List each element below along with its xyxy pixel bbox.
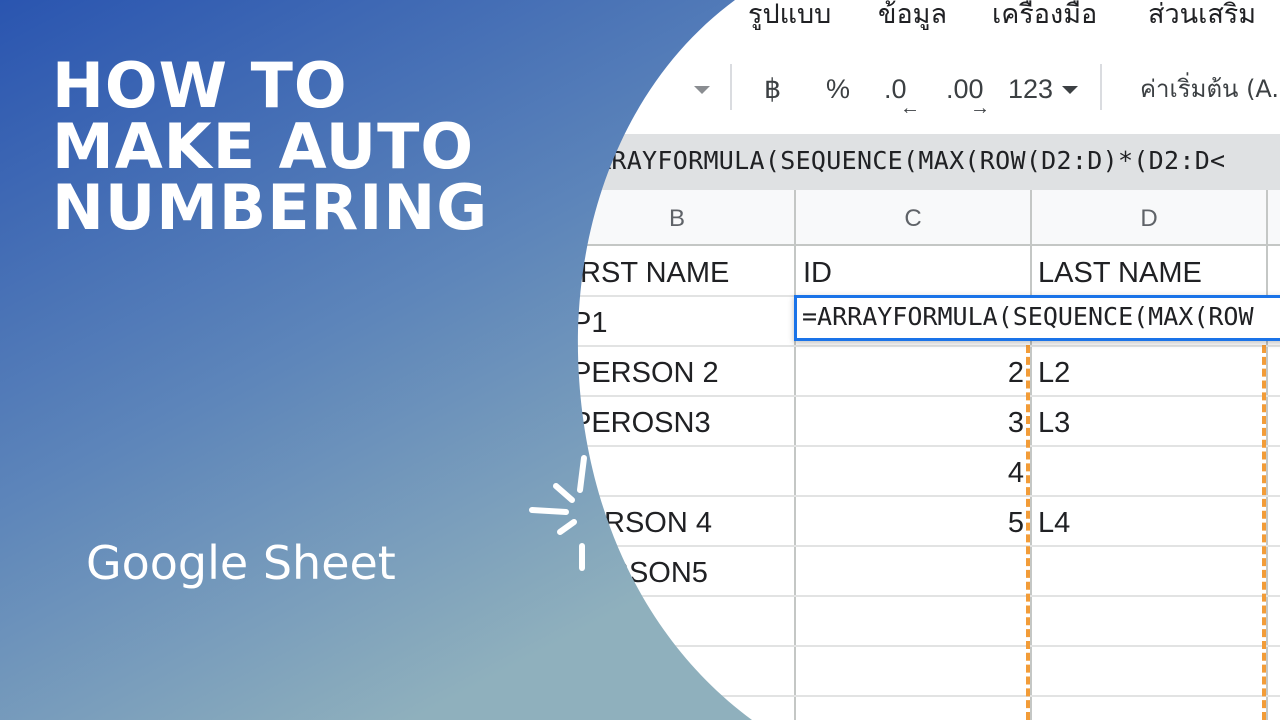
more-formats-button[interactable]: 123 — [1008, 72, 1053, 106]
cell-c3[interactable]: 2 — [804, 356, 1024, 390]
cell-b4[interactable]: PEROSN3 — [572, 406, 711, 440]
grid-line — [1030, 190, 1032, 720]
grid-line — [0, 445, 1280, 447]
active-cell-formula[interactable]: =ARRAYFORMULA(SEQUENCE(MAX(ROW — [802, 302, 1254, 331]
grid-line — [0, 695, 1280, 697]
grid-line — [794, 190, 796, 720]
arrow-left-icon: ← — [900, 97, 920, 119]
cell-b6[interactable]: RSON 4 — [604, 506, 712, 540]
cell-c6[interactable]: 5 — [804, 506, 1024, 540]
more-formats-chevron-down-icon[interactable] — [1062, 86, 1078, 94]
menu-data[interactable]: ข้อมูล — [878, 0, 947, 35]
currency-format-button[interactable]: ฿ — [764, 72, 781, 106]
cell-c4[interactable]: 3 — [804, 406, 1024, 440]
grid-line — [0, 495, 1280, 497]
formula-bar-text[interactable]: RRAYFORMULA(SEQUENCE(MAX(ROW(D2:D)*(D2:D… — [596, 146, 1225, 175]
cell-b2[interactable]: P1 — [572, 306, 607, 340]
menu-addons[interactable]: ส่วนเสริม — [1148, 0, 1256, 35]
spreadsheet: รูปแบบ ข้อมูล เครื่องมือ ส่วนเสริม ฿ % .… — [0, 0, 1280, 720]
cell-c1[interactable]: ID — [803, 256, 832, 290]
cell-d1[interactable]: LAST NAME — [1038, 256, 1202, 290]
cell-d4[interactable]: L3 — [1038, 406, 1070, 440]
copy-range-border — [1262, 345, 1266, 720]
grid-line — [1266, 190, 1268, 720]
cell-c5[interactable]: 4 — [804, 456, 1024, 490]
column-header-d[interactable]: D — [1032, 205, 1266, 233]
grid-line — [0, 345, 1280, 347]
arrow-right-icon: → — [970, 97, 990, 119]
menu-format[interactable]: รูปแบบ — [748, 0, 831, 35]
cell-d6[interactable]: L4 — [1038, 506, 1070, 540]
grid-line — [0, 645, 1280, 647]
cell-b3[interactable]: PERSON 2 — [572, 356, 719, 390]
toolbar-divider — [1100, 64, 1102, 110]
menu-tools[interactable]: เครื่องมือ — [992, 0, 1097, 35]
grid-line — [0, 545, 1280, 547]
toolbar-divider — [730, 64, 732, 110]
grid-line — [0, 395, 1280, 397]
grid-line — [0, 595, 1280, 597]
cell-b7[interactable]: RSON5 — [608, 556, 708, 590]
percent-format-button[interactable]: % — [826, 72, 850, 106]
cell-b1[interactable]: IRST NAME — [572, 256, 729, 290]
menu-bar: รูปแบบ ข้อมูล เครื่องมือ ส่วนเสริม — [0, 0, 1280, 42]
column-header-b[interactable]: B — [560, 205, 794, 233]
column-header-c[interactable]: C — [796, 205, 1030, 233]
cell-d3[interactable]: L2 — [1038, 356, 1070, 390]
toolbar — [0, 42, 1280, 132]
zoom-chevron-down-icon[interactable] — [694, 86, 710, 94]
copy-range-border — [1026, 345, 1030, 720]
font-select[interactable]: ค่าเริ่มต้น (A... — [1140, 72, 1280, 106]
